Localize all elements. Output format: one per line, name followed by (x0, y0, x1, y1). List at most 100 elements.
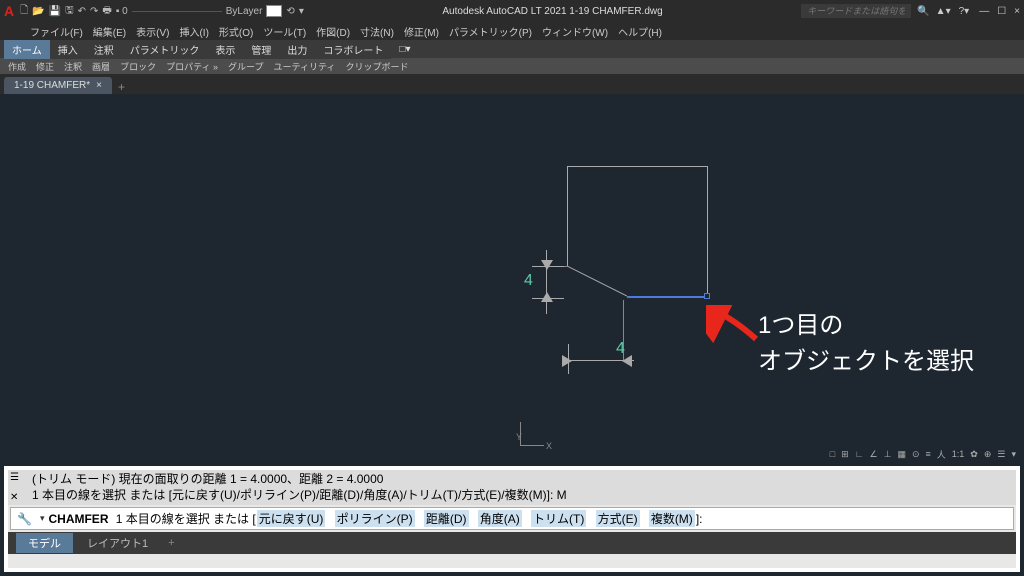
ribbon-panels: 作成 修正 注釈 画層 ブロック プロパティ » グループ ユーティリティ クリ… (0, 58, 1024, 74)
menu-window[interactable]: ウィンドウ(W) (542, 24, 608, 39)
ribbon-tabs: ホーム 挿入 注釈 パラメトリック 表示 管理 出力 コラボレート □▾ (0, 40, 1024, 58)
save-icon[interactable]: 💾 (49, 6, 61, 17)
tab-collaborate[interactable]: コラボレート (315, 40, 391, 59)
panel-modify[interactable]: 修正 (36, 60, 54, 73)
tab-manage[interactable]: 管理 (243, 40, 279, 59)
cmd-customize-icon[interactable]: 🔧 (17, 512, 32, 526)
panel-groups[interactable]: グループ (228, 60, 263, 73)
menu-parametric[interactable]: パラメトリック(P) (449, 24, 532, 39)
cmd-opt-distance[interactable]: 距離(D) (424, 510, 469, 527)
tab-insert[interactable]: 挿入 (50, 40, 86, 59)
cmd-menu-icon[interactable]: ☰ (10, 472, 19, 483)
status-tray-dropdown[interactable]: ▾ (1011, 449, 1016, 460)
tab-output[interactable]: 出力 (279, 40, 315, 59)
file-tab-add[interactable]: + (118, 80, 125, 94)
cmd-hist-line1: (トリム モード) 現在の面取りの距離 1 = 4.0000、距離 2 = 4.… (32, 472, 1012, 488)
status-customize-icon[interactable]: ☰ (997, 449, 1005, 460)
open-icon[interactable]: 📂 (32, 6, 44, 17)
ucs-x-label: X (546, 441, 552, 451)
share-icon[interactable]: ⟲ (286, 6, 294, 17)
undo-icon[interactable]: ↶ (78, 6, 86, 17)
cmd-opt-method[interactable]: 方式(E) (596, 510, 640, 527)
menu-insert[interactable]: 挿入(I) (179, 24, 208, 39)
cmd-opt-undo[interactable]: 元に戻す(U) (257, 510, 326, 527)
command-history: ☰ ✕ (トリム モード) 現在の面取りの距離 1 = 4.0000、距離 2 … (8, 470, 1016, 505)
menu-dimension[interactable]: 寸法(N) (360, 24, 394, 39)
status-lwt-icon[interactable]: ⊙ (912, 449, 920, 460)
menu-bar: ファイル(F) 編集(E) 表示(V) 挿入(I) 形式(O) ツール(T) 作… (0, 22, 1024, 40)
status-transparency-icon[interactable]: ≡ (926, 449, 931, 459)
file-tab-close-icon[interactable]: × (96, 80, 102, 91)
status-annoscale-icon[interactable]: 人 (937, 448, 946, 461)
file-tab-label: 1-19 CHAMFER* (14, 80, 90, 91)
cmd-close-icon[interactable]: ✕ (10, 492, 18, 503)
layer-selector[interactable]: ByLayer (226, 6, 263, 17)
panel-properties[interactable]: プロパティ » (166, 60, 218, 73)
tab-view[interactable]: 表示 (207, 40, 243, 59)
search-input[interactable] (801, 4, 911, 18)
command-input[interactable]: 🔧 ▾ CHAMFER 1 本目の線を選択 または [ 元に戻す(U) ポリライ… (10, 507, 1014, 530)
drawing-canvas[interactable]: 4 4 Y X (0, 94, 1024, 464)
status-ortho-icon[interactable]: ∟ (855, 449, 864, 459)
panel-layers[interactable]: 画層 (92, 60, 110, 73)
status-gear-icon[interactable]: ✿ (970, 449, 978, 460)
ucs-y-label: Y (516, 432, 522, 442)
cmd-hist-line2: 1 本目の線を選択 または [元に戻す(U)/ポリライン(P)/距離(D)/角度… (32, 488, 1012, 504)
panel-block[interactable]: ブロック (120, 60, 156, 73)
panel-utilities[interactable]: ユーティリティ (274, 60, 336, 73)
tab-annotate[interactable]: 注釈 (86, 40, 122, 59)
panel-draw[interactable]: 作成 (8, 60, 26, 73)
menu-format[interactable]: 形式(O) (219, 24, 253, 39)
dim-horizontal-label: 4 (616, 340, 625, 358)
layout-tabs: モデル レイアウト1 + (8, 532, 1016, 554)
menu-file[interactable]: ファイル(F) (30, 24, 83, 39)
status-bar: □ ⊞ ∟ ∠ ⊥ ▦ ⊙ ≡ 人 1:1 ✿ ⊕ ☰ ▾ (830, 445, 1024, 463)
status-grid-icon[interactable]: □ (830, 449, 835, 459)
plot-icon[interactable]: 🖶 (102, 3, 111, 20)
app-title: Autodesk AutoCAD LT 2021 1-19 CHAMFER.dw… (442, 6, 662, 17)
panel-clipboard[interactable]: クリップボード (345, 60, 408, 73)
cmd-opt-trim[interactable]: トリム(T) (531, 510, 586, 527)
status-iso-icon[interactable]: ⊕ (984, 449, 992, 460)
saveas-icon[interactable]: 🖫 (65, 3, 74, 20)
cmd-opt-multiple[interactable]: 複数(M) (649, 510, 695, 527)
signin-icon[interactable]: ▲ (936, 6, 946, 17)
menu-view[interactable]: 表示(V) (136, 24, 169, 39)
dim-vertical-label: 4 (524, 272, 533, 290)
menu-help[interactable]: ヘルプ(H) (618, 24, 662, 39)
share-dropdown[interactable]: ▪ 0 (116, 6, 128, 17)
menu-modify[interactable]: 修正(M) (404, 24, 439, 39)
callout-arrow-icon (706, 305, 766, 345)
status-polar-icon[interactable]: ∠ (870, 449, 878, 460)
cmd-name: CHAMFER (48, 512, 108, 526)
close-button[interactable]: × (1014, 6, 1020, 17)
cmd-opt-angle[interactable]: 角度(A) (478, 510, 522, 527)
layout-add[interactable]: + (168, 537, 174, 549)
search-icon[interactable]: 🔍 (917, 6, 929, 17)
tab-more[interactable]: □▾ (391, 42, 418, 57)
callout-line2: オブジェクトを選択 (758, 344, 974, 380)
maximize-button[interactable]: ☐ (997, 6, 1006, 17)
cmd-opt-polyline[interactable]: ポリライン(P) (335, 510, 415, 527)
app-logo: A (4, 3, 14, 19)
status-scale[interactable]: 1:1 (952, 449, 965, 459)
selected-edge[interactable] (627, 296, 707, 298)
tab-layout1[interactable]: レイアウト1 (75, 533, 160, 553)
command-window[interactable]: ☰ ✕ (トリム モード) 現在の面取りの距離 1 = 4.0000、距離 2 … (4, 466, 1020, 572)
status-snap-icon[interactable]: ⊞ (841, 449, 849, 460)
status-osnap-icon[interactable]: ⊥ (884, 449, 892, 460)
menu-tools[interactable]: ツール(T) (263, 24, 306, 39)
file-tab-active[interactable]: 1-19 CHAMFER* × (4, 77, 112, 94)
minimize-button[interactable]: — (979, 6, 989, 17)
tab-model[interactable]: モデル (16, 533, 73, 553)
menu-draw[interactable]: 作図(D) (316, 24, 350, 39)
menu-edit[interactable]: 編集(E) (93, 24, 126, 39)
callout-text: 1つ目の オブジェクトを選択 (758, 308, 974, 380)
status-otrack-icon[interactable]: ▦ (897, 449, 906, 460)
tab-parametric[interactable]: パラメトリック (122, 40, 208, 59)
redo-icon[interactable]: ↷ (90, 6, 98, 17)
panel-annotation[interactable]: 注釈 (64, 60, 82, 73)
tab-home[interactable]: ホーム (4, 40, 50, 59)
cmd-recent-icon[interactable]: ▾ (40, 513, 45, 524)
new-icon[interactable]: 🗋 (20, 3, 28, 20)
